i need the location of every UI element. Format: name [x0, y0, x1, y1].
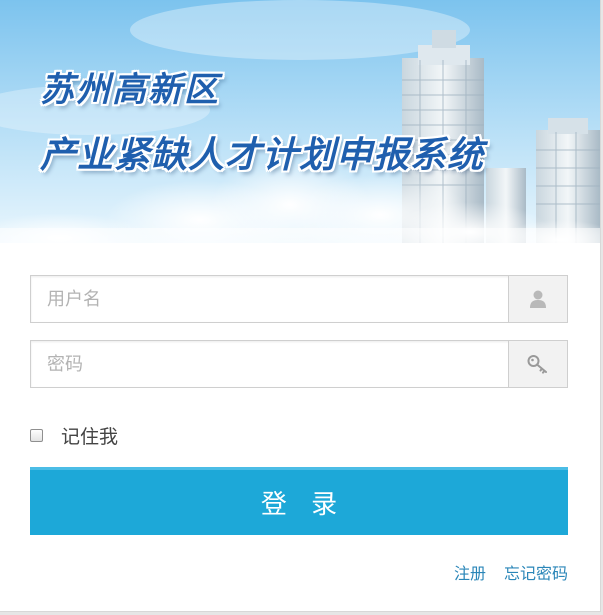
footer-links: 注册 忘记密码: [454, 560, 568, 584]
username-field-group: [30, 275, 568, 323]
password-field-group: [30, 340, 568, 388]
banner-skyline-image: [0, 0, 600, 243]
login-panel: 苏州高新区 产业紧缺人才计划申报系统 记住我 登 录 注册 忘记密码: [0, 0, 601, 612]
password-input[interactable]: [31, 341, 509, 387]
header-banner: 苏州高新区 产业紧缺人才计划申报系统: [0, 0, 600, 243]
username-input[interactable]: [31, 276, 509, 322]
key-icon: [508, 341, 567, 387]
register-link[interactable]: 注册: [454, 560, 486, 584]
remember-label: 记住我: [61, 425, 119, 448]
remember-checkbox[interactable]: [30, 428, 43, 442]
forgot-password-link[interactable]: 忘记密码: [504, 560, 568, 584]
remember-me[interactable]: 记住我: [30, 423, 119, 448]
banner-title-line2: 产业紧缺人才计划申报系统: [40, 135, 485, 176]
user-icon: [508, 276, 567, 322]
login-button[interactable]: 登 录: [30, 467, 568, 535]
banner-title-line1: 苏州高新区: [40, 70, 220, 110]
